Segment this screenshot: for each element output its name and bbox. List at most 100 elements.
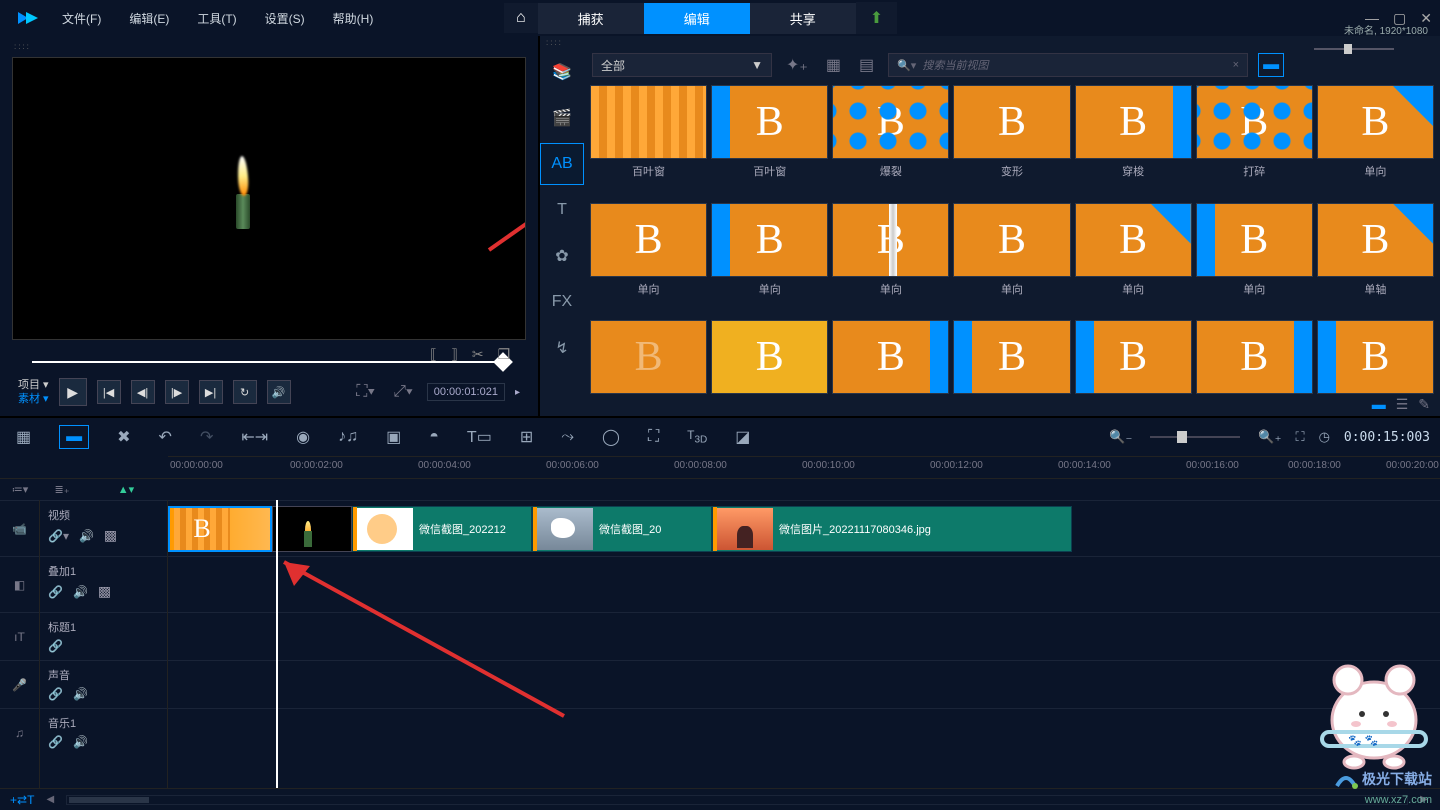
transition-item[interactable]: B bbox=[953, 320, 1070, 412]
transition-item[interactable]: B变形 bbox=[953, 85, 1070, 197]
redo-button[interactable]: ↷ bbox=[200, 427, 213, 447]
transition-item[interactable]: B百叶窗 bbox=[590, 85, 707, 197]
mute-icon[interactable]: 🔊 bbox=[79, 529, 94, 543]
disc-icon[interactable]: ◉ bbox=[296, 427, 310, 447]
mute-icon[interactable]: 🔊 bbox=[73, 735, 88, 749]
mode-capture[interactable]: 捕获 bbox=[538, 3, 644, 34]
label-icon[interactable]: ▦ bbox=[822, 55, 845, 75]
loop-button[interactable]: ↻ bbox=[233, 380, 257, 404]
clear-search-icon[interactable]: × bbox=[1233, 59, 1239, 71]
resize-fit-icon[interactable]: ⤢▾ bbox=[389, 383, 417, 401]
audio-icon[interactable]: ♪♫ bbox=[338, 428, 358, 446]
goto-start-button[interactable]: |◀ bbox=[97, 380, 121, 404]
prev-frame-button[interactable]: ◀| bbox=[131, 380, 155, 404]
fullscreen-toggle-icon[interactable]: ⛶▾ bbox=[352, 383, 379, 401]
transition-item[interactable]: B单向 bbox=[1196, 203, 1313, 315]
3d-icon[interactable]: T3D bbox=[687, 428, 707, 445]
rotate-icon[interactable]: ◯ bbox=[602, 427, 620, 447]
view-grid-icon[interactable]: ▬ bbox=[1258, 53, 1284, 77]
panel-grip[interactable]: :::: bbox=[8, 40, 530, 53]
snapshot-icon[interactable]: ❐ bbox=[498, 346, 511, 363]
undo-button[interactable]: ↶ bbox=[159, 427, 172, 447]
lib-view-list-icon[interactable]: ☰ bbox=[1396, 396, 1409, 413]
preview-viewport[interactable] bbox=[12, 57, 526, 340]
scroll-left-icon[interactable]: ◀ bbox=[44, 794, 56, 806]
link-icon[interactable]: 🔗 bbox=[48, 585, 63, 599]
link-icon[interactable]: 🔗 bbox=[48, 639, 63, 653]
calendar-icon[interactable]: ▤ bbox=[855, 55, 878, 75]
transition-item[interactable]: B单向 bbox=[1075, 203, 1192, 315]
transition-item[interactable]: B bbox=[590, 320, 707, 412]
menu-settings[interactable]: 设置(S) bbox=[255, 6, 315, 31]
home-button[interactable]: ⌂ bbox=[504, 3, 538, 33]
lock-icon[interactable]: ▩ bbox=[104, 527, 117, 544]
transition-item[interactable]: B bbox=[1075, 320, 1192, 412]
menu-file[interactable]: 文件(F) bbox=[52, 6, 111, 31]
overlay-track-icon[interactable]: ◧ bbox=[0, 556, 39, 612]
video-clip[interactable] bbox=[272, 506, 352, 552]
music-track-icon[interactable]: ♫ bbox=[0, 708, 39, 756]
transition-item[interactable]: B bbox=[832, 320, 949, 412]
zoom-in-icon[interactable]: 🔍₊ bbox=[1258, 429, 1281, 445]
timeline-ruler[interactable]: 00:00:00:00 00:00:02:00 00:00:04:00 00:0… bbox=[168, 456, 1440, 478]
goto-end-button[interactable]: ▶| bbox=[199, 380, 223, 404]
mode-share[interactable]: 共享 bbox=[750, 3, 856, 34]
transition-item[interactable]: B bbox=[711, 320, 828, 412]
lib-edit-icon[interactable]: ✎ bbox=[1418, 396, 1430, 413]
track-header-music[interactable]: 音乐1 🔗🔊 bbox=[40, 708, 167, 756]
lib-tab-clip[interactable]: 🎬 bbox=[540, 97, 584, 139]
volume-button[interactable]: 🔊 bbox=[267, 380, 291, 404]
play-button[interactable]: ▶ bbox=[59, 378, 87, 406]
tools-icon[interactable]: ✖ bbox=[117, 427, 130, 447]
track-header-voice[interactable]: 声音 🔗🔊 bbox=[40, 660, 167, 708]
timecode-display[interactable]: 00:00:01:021 bbox=[427, 383, 505, 401]
menu-tool[interactable]: 工具(T) bbox=[187, 6, 246, 31]
menu-edit[interactable]: 编辑(E) bbox=[119, 6, 179, 31]
storyboard-view-icon[interactable]: ▦ bbox=[16, 427, 31, 447]
transition-item[interactable]: B爆裂 bbox=[832, 85, 949, 197]
timeline-view-icon[interactable]: ▬ bbox=[59, 425, 89, 449]
mute-icon[interactable]: 🔊 bbox=[73, 687, 88, 701]
favorite-add-icon[interactable]: ✦₊ bbox=[782, 55, 812, 75]
track-options-icon[interactable]: ≔▾ bbox=[0, 479, 40, 500]
menu-help[interactable]: 帮助(H) bbox=[323, 6, 384, 31]
category-dropdown[interactable]: 全部▼ bbox=[592, 53, 772, 77]
track-header-video[interactable]: 视频 🔗▾🔊▩ bbox=[40, 500, 167, 556]
transition-item[interactable]: B单向 bbox=[832, 203, 949, 315]
fit-timeline-icon[interactable]: ⛶ bbox=[1295, 429, 1304, 445]
mute-icon[interactable]: 🔊 bbox=[73, 585, 88, 599]
lib-view-thumb-icon[interactable]: ▬ bbox=[1372, 396, 1386, 413]
transition-item[interactable]: B单向 bbox=[953, 203, 1070, 315]
track-header-title[interactable]: 标题1 🔗 bbox=[40, 612, 167, 660]
timeline-scrollbar[interactable] bbox=[66, 795, 1408, 805]
next-frame-button[interactable]: |▶ bbox=[165, 380, 189, 404]
transition-item[interactable]: B单向 bbox=[1317, 85, 1434, 197]
mode-edit[interactable]: 编辑 bbox=[644, 3, 750, 34]
thumbnail-size-slider[interactable] bbox=[1314, 48, 1394, 50]
title-track-icon[interactable]: ıT bbox=[0, 612, 39, 660]
crop-icon[interactable]: ⛶ bbox=[648, 428, 659, 446]
transition-item[interactable]: B百叶窗 bbox=[711, 85, 828, 197]
grid-icon[interactable]: ⊞ bbox=[520, 427, 533, 447]
mark-out-icon[interactable]: ⟧ bbox=[451, 346, 458, 363]
lib-tab-path[interactable]: ↯ bbox=[540, 327, 584, 369]
lib-tab-effects[interactable]: ✿ bbox=[540, 235, 584, 277]
add-track-button[interactable]: +⇄T bbox=[10, 793, 34, 807]
track-add-icon[interactable]: ≣₊ bbox=[40, 479, 84, 500]
transition-item[interactable]: B单向 bbox=[590, 203, 707, 315]
link-icon[interactable]: 🔗▾ bbox=[48, 529, 69, 543]
project-mode-label[interactable]: 项目 ▾ bbox=[18, 378, 49, 392]
video-clip[interactable]: 微信截图_20 bbox=[532, 506, 712, 552]
zoom-slider[interactable] bbox=[1150, 436, 1240, 438]
video-clip[interactable]: 微信图片_20221117080346.jpg bbox=[712, 506, 1072, 552]
panel-grip[interactable]: :::: bbox=[540, 36, 1440, 49]
video-clip[interactable]: 微信截图_202212 bbox=[352, 506, 532, 552]
split-icon[interactable]: ✂ bbox=[472, 346, 484, 363]
upload-button[interactable]: ⬆ bbox=[856, 2, 897, 34]
transition-item[interactable]: B单向 bbox=[711, 203, 828, 315]
material-mode-label[interactable]: 素材 ▾ bbox=[18, 392, 49, 406]
lib-tab-media[interactable]: 📚 bbox=[540, 51, 584, 93]
transition-item[interactable]: B bbox=[1196, 320, 1313, 412]
link-icon[interactable]: 🔗 bbox=[48, 735, 63, 749]
speed-icon[interactable]: ⤳ bbox=[561, 428, 574, 446]
